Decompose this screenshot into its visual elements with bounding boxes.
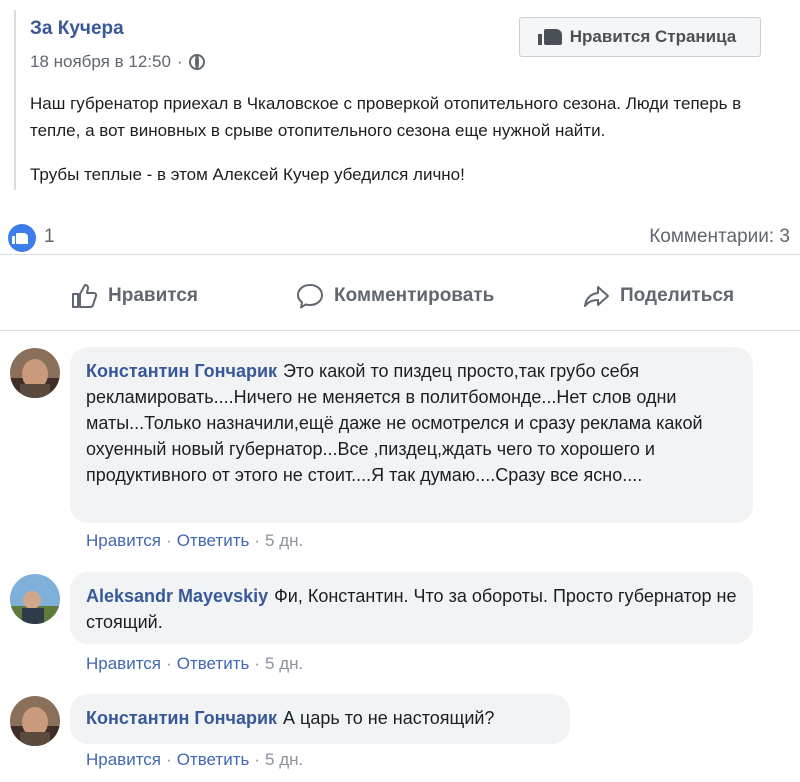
comment-author-link[interactable]: Константин Гончарик bbox=[86, 361, 277, 381]
comment-time[interactable]: 5 дн. bbox=[265, 654, 303, 674]
avatar[interactable] bbox=[10, 696, 60, 746]
post-meta: 18 ноября в 12:50 · bbox=[30, 52, 205, 72]
like-page-button[interactable]: Нравится Страница bbox=[519, 17, 761, 57]
comment-button-label: Комментировать bbox=[334, 285, 495, 306]
comment-like-link[interactable]: Нравится bbox=[86, 654, 161, 674]
comment-reply-link[interactable]: Ответить bbox=[177, 531, 250, 551]
share-button[interactable]: Поделиться bbox=[582, 282, 734, 310]
thumbs-up-icon bbox=[72, 284, 98, 308]
post-text: Наш губренатор приехал в Чкаловское с пр… bbox=[30, 90, 780, 205]
comment-button[interactable]: Комментировать bbox=[296, 282, 494, 310]
post-date[interactable]: 18 ноября в 12:50 bbox=[30, 52, 171, 72]
comment-text: А царь то не настоящий? bbox=[283, 708, 495, 728]
speech-bubble-icon bbox=[297, 284, 323, 309]
comment-time[interactable]: 5 дн. bbox=[265, 750, 303, 770]
page-name-link[interactable]: За Кучера bbox=[30, 18, 124, 40]
comment-actions: Нравится · Ответить · 5 дн. bbox=[86, 654, 304, 674]
comment-bubble: Константин Гончарик А царь то не настоящи… bbox=[70, 694, 570, 744]
shared-post: За Кучера 18 ноября в 12:50 · Нравится С… bbox=[14, 10, 792, 190]
comment-time[interactable]: 5 дн. bbox=[265, 531, 303, 551]
comment-actions: Нравится · Ответить · 5 дн. bbox=[86, 750, 304, 770]
comment-author-link[interactable]: Константин Гончарик bbox=[86, 708, 277, 728]
avatar[interactable] bbox=[10, 574, 60, 624]
thumbs-up-icon bbox=[537, 29, 562, 45]
comment-like-link[interactable]: Нравится bbox=[86, 750, 161, 770]
comment-reply-link[interactable]: Ответить bbox=[177, 654, 250, 674]
share-button-label: Поделиться bbox=[620, 285, 735, 306]
meta-separator: · bbox=[176, 52, 183, 71]
like-button[interactable]: Нравится bbox=[70, 282, 198, 310]
avatar[interactable] bbox=[10, 348, 60, 398]
comment-bubble: Константин Гончарик Это какой то пиздец п… bbox=[70, 347, 753, 523]
comment-reply-link[interactable]: Ответить bbox=[177, 750, 250, 770]
like-button-label: Нравится bbox=[108, 285, 198, 306]
post-paragraph: Трубы теплые - в этом Алексей Кучер убед… bbox=[30, 165, 465, 184]
comment-author-link[interactable]: Aleksandr Mayevskiy bbox=[86, 586, 268, 606]
reaction-bar: 1 Комментарии: 3 bbox=[0, 218, 800, 255]
like-reaction-icon[interactable] bbox=[8, 224, 36, 252]
like-count[interactable]: 1 bbox=[44, 226, 55, 248]
comments-count[interactable]: Комментарии: 3 bbox=[649, 226, 790, 248]
comment-bubble: Aleksandr Mayevskiy Фи, Константин. Что з… bbox=[70, 572, 753, 644]
share-arrow-icon bbox=[584, 286, 609, 307]
post-paragraph: Наш губренатор приехал в Чкаловское с пр… bbox=[30, 94, 742, 140]
comment-actions: Нравится · Ответить · 5 дн. bbox=[86, 531, 304, 551]
like-page-label: Нравится Страница bbox=[569, 27, 737, 46]
comment-like-link[interactable]: Нравится bbox=[86, 531, 161, 551]
globe-icon bbox=[188, 54, 205, 70]
action-bar: Нравится Комментировать Поделиться bbox=[0, 270, 800, 331]
